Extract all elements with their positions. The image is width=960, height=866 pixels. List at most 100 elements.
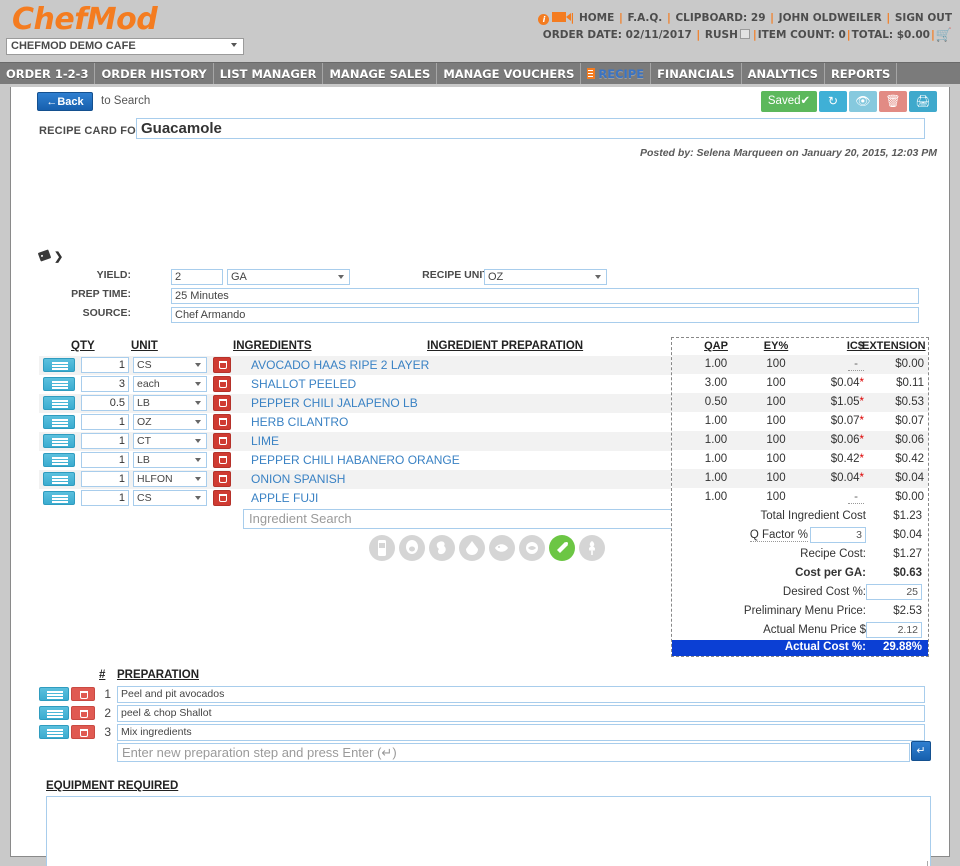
cart-icon[interactable]: 🛒 [936, 27, 952, 44]
milk-allergen-icon[interactable] [369, 535, 395, 561]
delete-ingredient-button[interactable] [213, 395, 231, 411]
preparation-menu-button[interactable] [39, 687, 69, 701]
preparation-menu-button[interactable] [39, 706, 69, 720]
nav-item-reports[interactable]: REPORTS [825, 63, 898, 84]
back-button[interactable]: ←Back [37, 92, 93, 111]
company-select[interactable]: CHEFMOD DEMO CAFE [6, 38, 244, 55]
ingredient-menu-button[interactable] [43, 472, 75, 486]
preparation-step-input[interactable]: peel & chop Shallot [117, 705, 925, 722]
recipe-unit-select[interactable]: OZ [484, 269, 607, 285]
ingredient-unit-select[interactable]: OZ [133, 414, 207, 430]
ingredient-name[interactable]: ONION SPANISH [251, 472, 345, 486]
new-preparation-step-input[interactable]: Enter new preparation step and press Ent… [117, 743, 910, 762]
equipment-required-textarea[interactable] [46, 796, 931, 866]
delete-preparation-button[interactable] [71, 706, 95, 720]
trash-icon[interactable]: 🗑 [879, 91, 907, 112]
ingredient-name[interactable]: SHALLOT PEELED [251, 377, 356, 391]
actual-menu-price-input[interactable]: 2.12 [866, 622, 922, 638]
delete-ingredient-button[interactable] [213, 452, 231, 468]
ingredient-name[interactable]: AVOCADO HAAS RIPE 2 LAYER [251, 358, 429, 372]
ingredient-unit-select[interactable]: LB [133, 395, 207, 411]
source-input[interactable]: Chef Armando [171, 307, 919, 323]
ingredient-menu-button[interactable] [43, 415, 75, 429]
refresh-icon[interactable]: ↻ [819, 91, 847, 112]
ingredient-name[interactable]: PEPPER CHILI HABANERO ORANGE [251, 453, 460, 467]
peanut-allergen-icon[interactable] [429, 535, 455, 561]
ingredient-menu-button[interactable] [43, 434, 75, 448]
delete-ingredient-button[interactable] [213, 357, 231, 373]
info-icon[interactable]: i [538, 14, 550, 25]
delete-ingredient-button[interactable] [213, 414, 231, 430]
q-factor-input[interactable]: 3 [810, 527, 866, 543]
ingredient-unit-select[interactable]: HLFON [133, 471, 207, 487]
egg-allergen-icon[interactable] [399, 535, 425, 561]
clipboard-count[interactable]: 29 [751, 12, 766, 24]
ingredient-name[interactable]: APPLE FUJI [251, 491, 318, 505]
ingredient-menu-button[interactable] [43, 491, 75, 505]
ingredient-unit-select[interactable]: each [133, 376, 207, 392]
tags-row[interactable]: ❯ [37, 249, 63, 263]
yield-unit-select[interactable]: GA [227, 269, 350, 285]
preparation-step-input[interactable]: Mix ingredients [117, 724, 925, 741]
soy-allergen-icon[interactable] [459, 535, 485, 561]
eye-icon[interactable]: 👁 [849, 91, 877, 112]
fish-allergen-icon[interactable] [489, 535, 515, 561]
preparation-menu-button[interactable] [39, 725, 69, 739]
nav-item-order-123[interactable]: ORDER 1-2-3 [0, 63, 96, 84]
ingredient-unit-select[interactable]: CS [133, 490, 207, 506]
delete-ingredient-button[interactable] [213, 471, 231, 487]
ingredient-qty-input[interactable]: 0.5 [81, 395, 129, 411]
ingredient-menu-button[interactable] [43, 358, 75, 372]
print-icon[interactable]: 🖨 [909, 91, 937, 112]
ingredient-name[interactable]: LIME [251, 434, 279, 448]
user-name[interactable]: JOHN OLDWEILER [779, 12, 882, 24]
ingredient-qty-input[interactable]: 1 [81, 471, 129, 487]
ingredient-menu-button[interactable] [43, 453, 75, 467]
nav-item-analytics[interactable]: ANALYTICS [742, 63, 825, 84]
nav-item-recipe[interactable]: RECIPE [581, 63, 652, 84]
page-header: ChefMod CHEFMOD DEMO CAFE i | HOME | F.A.… [0, 0, 960, 62]
link-faq[interactable]: F.A.Q. [627, 12, 662, 24]
yield-input[interactable]: 2 [171, 269, 223, 285]
ingredient-qty-input[interactable]: 1 [81, 452, 129, 468]
recipe-name-input[interactable]: Guacamole [136, 118, 925, 139]
delete-ingredient-button[interactable] [213, 433, 231, 449]
nav-item-manage-vouchers[interactable]: MANAGE VOUCHERS [437, 63, 582, 84]
ingredient-unit-select[interactable]: CS [133, 357, 207, 373]
delete-preparation-button[interactable] [71, 725, 95, 739]
ingredient-name[interactable]: PEPPER CHILI JALAPENO LB [251, 396, 418, 410]
link-sign-out[interactable]: SIGN OUT [895, 12, 952, 24]
ingredient-qty-input[interactable]: 1 [81, 490, 129, 506]
ingredient-menu-button[interactable] [43, 377, 75, 391]
ingredient-qty-input[interactable]: 1 [81, 414, 129, 430]
col-unit: UNIT [131, 340, 158, 352]
ingredient-qty-input[interactable]: 3 [81, 376, 129, 392]
video-icon[interactable] [552, 12, 572, 22]
delete-preparation-button[interactable] [71, 687, 95, 701]
nav-item-list-manager[interactable]: LIST MANAGER [214, 63, 324, 84]
shellfish-allergen-icon[interactable] [519, 535, 545, 561]
delete-ingredient-button[interactable] [213, 376, 231, 392]
ingredient-unit-select[interactable]: CT [133, 433, 207, 449]
ingredient-search-input[interactable]: Ingredient Search [243, 509, 673, 529]
saved-button[interactable]: Saved✔ [761, 91, 817, 112]
delete-ingredient-button[interactable] [213, 490, 231, 506]
desired-cost-input[interactable]: 25 [866, 584, 922, 600]
rush-checkbox[interactable] [739, 29, 750, 39]
preparation-step-input[interactable]: Peel and pit avocados [117, 686, 925, 703]
link-home[interactable]: HOME [579, 12, 614, 24]
ingredient-qty-input[interactable]: 1 [81, 357, 129, 373]
ingredient-unit-select[interactable]: LB [133, 452, 207, 468]
ingredient-qty-input[interactable]: 1 [81, 433, 129, 449]
wheat-allergen-icon[interactable] [579, 535, 605, 561]
treenut-allergen-icon[interactable] [549, 535, 575, 561]
ingredient-menu-button[interactable] [43, 396, 75, 410]
submit-preparation-step-button[interactable]: ↵ [911, 741, 931, 761]
ingredient-name[interactable]: HERB CILANTRO [251, 415, 348, 429]
nav-item-manage-sales[interactable]: MANAGE SALES [323, 63, 438, 84]
nav-item-financials[interactable]: FINANCIALS [651, 63, 742, 84]
cost-qap-value: 1.00 [704, 415, 728, 427]
nav-item-order-history[interactable]: ORDER HISTORY [95, 63, 214, 84]
chevron-right-icon[interactable]: ❯ [54, 250, 63, 263]
prep-time-input[interactable]: 25 Minutes [171, 288, 919, 304]
